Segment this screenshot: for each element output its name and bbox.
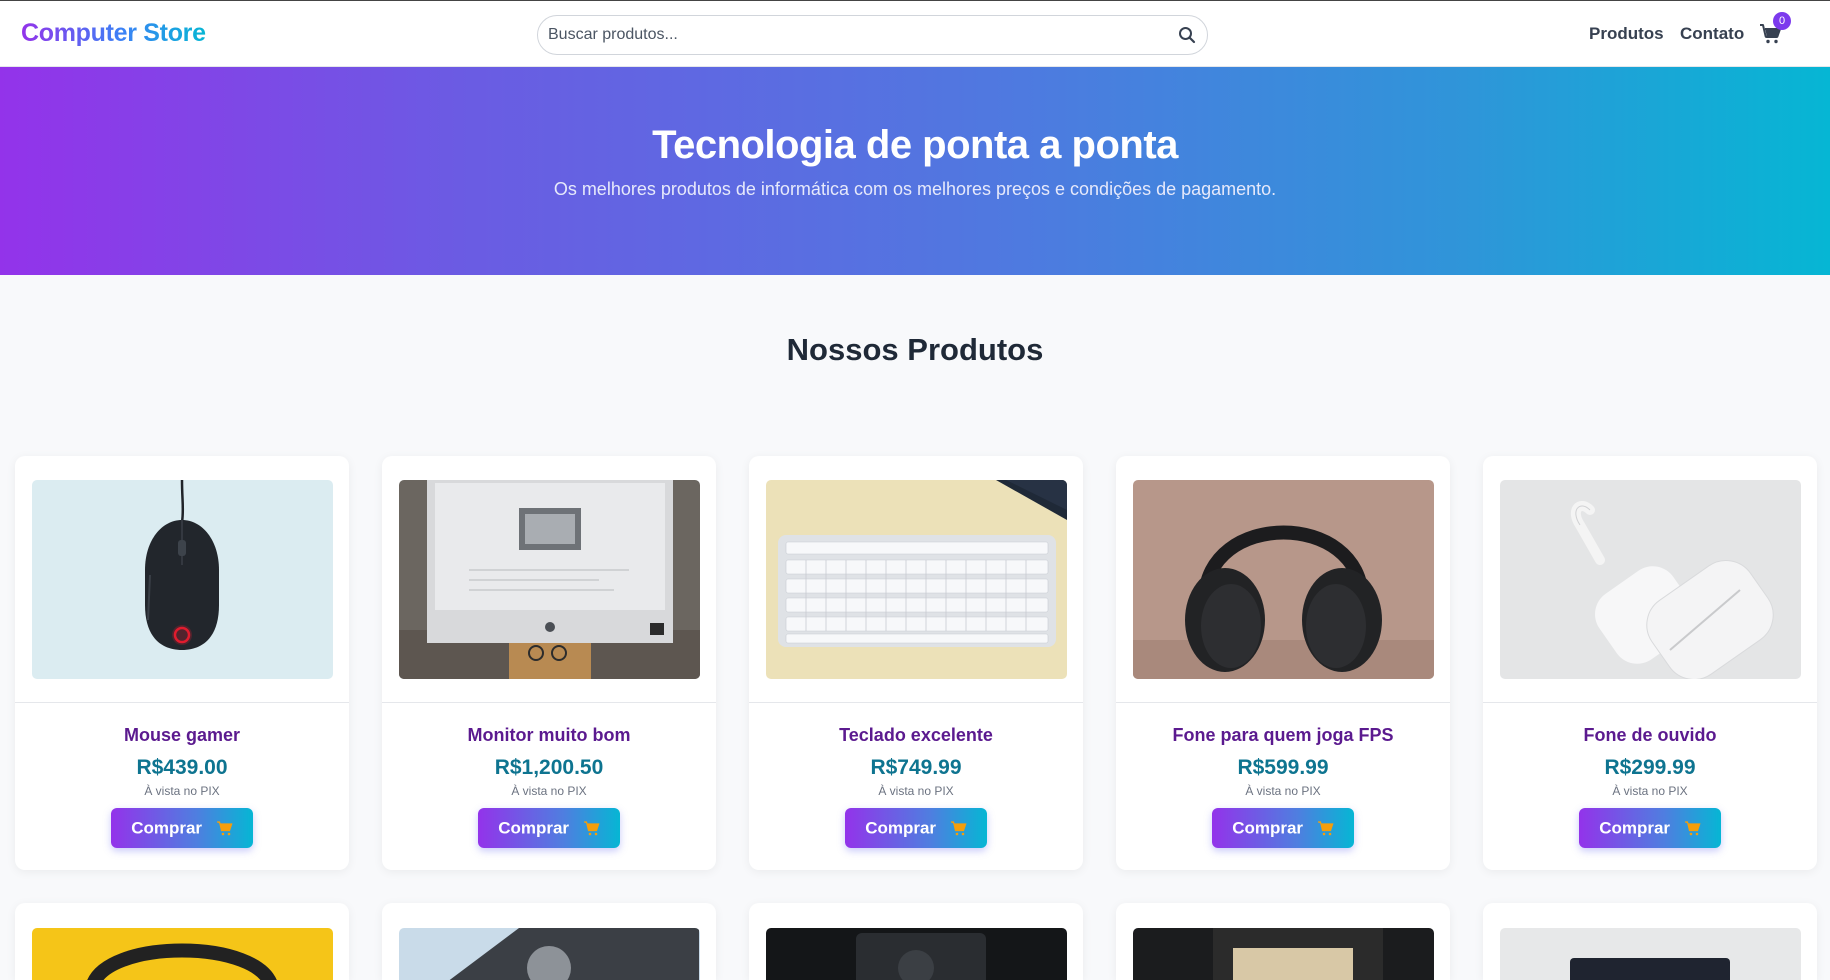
- product-card: Monitor muito bom R$1,200.50 À vista no …: [382, 456, 716, 870]
- buy-button-label: Comprar: [1599, 818, 1671, 838]
- hero-subtitle: Os melhores produtos de informática com …: [553, 179, 1277, 199]
- product-card: Mouse gamer R$439.00 À vista no PIX Comp…: [15, 456, 349, 870]
- product-card: Fone para quem joga FPS R$599.99 À vista…: [1116, 456, 1450, 870]
- shopping-cart-icon: [216, 821, 233, 836]
- hero-title: Tecnologia de ponta a ponta: [652, 123, 1178, 167]
- buy-button-label: Comprar: [1232, 818, 1304, 838]
- shopping-cart-icon: [1684, 821, 1701, 836]
- product-card: [15, 903, 349, 980]
- buy-button[interactable]: Comprar: [845, 808, 987, 848]
- navbar: Computer Store Produtos Contato 0: [0, 0, 1830, 67]
- product-card: Fone de ouvido R$299.99 À vista no PIX C…: [1483, 456, 1817, 870]
- brand-logo[interactable]: Computer Store: [21, 19, 206, 48]
- buy-button[interactable]: Comprar: [111, 808, 253, 848]
- product-card: [1116, 903, 1450, 980]
- nav-link-produtos[interactable]: Produtos: [1589, 24, 1664, 44]
- product-card: [749, 903, 1083, 980]
- product-image[interactable]: [1500, 928, 1801, 980]
- payment-note: À vista no PIX: [878, 784, 954, 798]
- product-image-headphones[interactable]: [1133, 480, 1434, 679]
- buy-button[interactable]: Comprar: [478, 808, 620, 848]
- product-price: R$299.99: [1604, 756, 1696, 779]
- product-image-mouse[interactable]: [32, 480, 333, 679]
- product-name: Teclado excelente: [839, 725, 993, 745]
- payment-note: À vista no PIX: [1612, 784, 1688, 798]
- hero-banner: Tecnologia de ponta a ponta Os melhores …: [0, 67, 1830, 275]
- product-image[interactable]: [1133, 928, 1434, 980]
- product-card: [1483, 903, 1817, 980]
- buy-button[interactable]: Comprar: [1212, 808, 1354, 848]
- product-name: Mouse gamer: [123, 725, 241, 745]
- product-price: R$749.99: [870, 756, 962, 779]
- buy-button-label: Comprar: [498, 818, 570, 838]
- shopping-cart-icon: [583, 821, 600, 836]
- product-price: R$439.00: [136, 756, 228, 779]
- product-image[interactable]: [32, 928, 333, 980]
- product-image-monitor[interactable]: [399, 480, 700, 679]
- payment-note: À vista no PIX: [1245, 784, 1321, 798]
- product-image-keyboard[interactable]: [766, 480, 1067, 679]
- payment-note: À vista no PIX: [144, 784, 220, 798]
- product-image[interactable]: [399, 928, 700, 980]
- product-name: Fone de ouvido: [1583, 725, 1717, 745]
- product-price: R$1,200.50: [494, 756, 604, 779]
- section-title: Nossos Produtos: [786, 332, 1044, 367]
- product-image-earbuds[interactable]: [1500, 480, 1801, 679]
- product-price: R$599.99: [1237, 756, 1329, 779]
- buy-button-label: Comprar: [131, 818, 203, 838]
- buy-button[interactable]: Comprar: [1579, 808, 1721, 848]
- search-icon[interactable]: [1177, 25, 1197, 45]
- buy-button-label: Comprar: [865, 818, 937, 838]
- product-image[interactable]: [766, 928, 1067, 980]
- shopping-cart-icon: [950, 821, 967, 836]
- shopping-cart-icon: [1317, 821, 1334, 836]
- product-name: Monitor muito bom: [467, 725, 631, 745]
- search-bar: [537, 15, 1208, 55]
- cart-count-badge: 0: [1773, 12, 1791, 30]
- product-card: Teclado excelente R$749.99 À vista no PI…: [749, 456, 1083, 870]
- search-input[interactable]: [548, 16, 1148, 54]
- nav-link-contato[interactable]: Contato: [1680, 24, 1744, 44]
- payment-note: À vista no PIX: [511, 784, 587, 798]
- product-name: Fone para quem joga FPS: [1172, 725, 1394, 745]
- product-card: [382, 903, 716, 980]
